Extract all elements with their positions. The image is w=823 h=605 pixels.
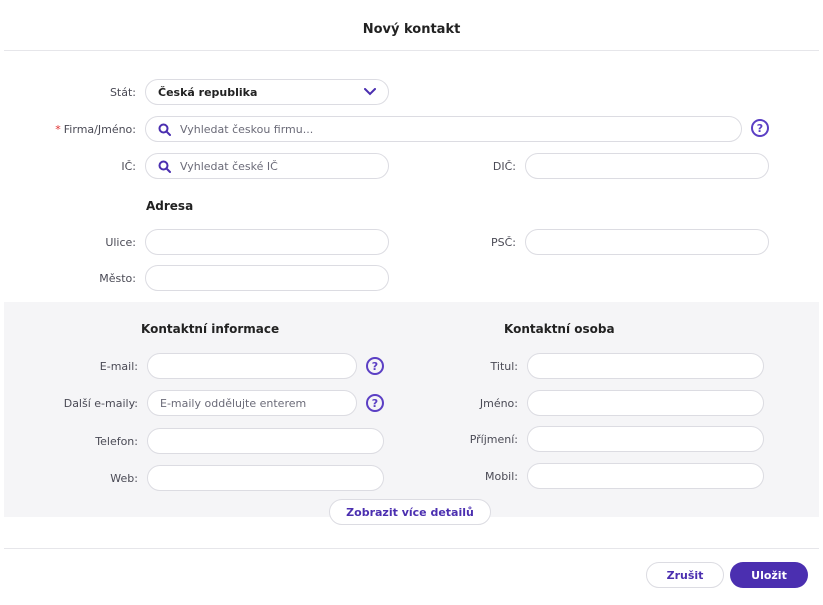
country-label: Stát: [109,86,136,99]
ic-search-input[interactable]: Vyhledat české IČ [145,153,389,179]
cancel-button[interactable]: Zrušit [646,562,724,588]
company-name-label-text: Firma/Jméno: [63,123,136,136]
web-input[interactable] [147,465,384,491]
street-label: Ulice: [105,236,136,249]
first-name-input[interactable] [527,390,764,416]
show-more-details-button[interactable]: Zobrazit více detailů [329,499,491,525]
last-name-label: Příjmení: [469,433,518,446]
person-title-input[interactable] [527,353,764,379]
email-label: E-mail: [99,360,138,373]
city-input[interactable] [145,265,389,291]
search-icon [158,123,171,136]
web-label: Web: [110,472,138,485]
first-name-label: Jméno: [479,397,518,410]
phone-input[interactable] [147,428,384,454]
company-search-input[interactable]: Vyhledat českou firmu... [145,116,742,142]
city-label: Město: [99,272,136,285]
mobile-input[interactable] [527,463,764,489]
other-emails-placeholder: E-maily oddělujte enterem [160,396,307,410]
dic-label: DIČ: [492,160,516,173]
zip-input[interactable] [525,229,769,255]
zip-label: PSČ: [490,236,516,249]
other-emails-input[interactable]: E-maily oddělujte enterem [147,390,357,416]
country-select[interactable]: Česká republika [145,79,389,105]
save-button[interactable]: Uložit [730,562,808,588]
phone-label: Telefon: [95,435,138,448]
help-icon[interactable]: ? [751,119,769,137]
contact-person-section-title: Kontaktní osoba [504,322,615,336]
required-mark: * [55,123,61,136]
street-input[interactable] [145,229,389,255]
email-input[interactable] [147,353,357,379]
mobile-label: Mobil: [484,470,518,483]
company-name-label: * Firma/Jméno: [30,123,136,136]
other-emails-label: Další e-maily: [63,397,138,410]
last-name-input[interactable] [527,426,764,452]
dic-input[interactable] [525,153,769,179]
help-icon[interactable]: ? [366,394,384,412]
address-section-title: Adresa [146,199,194,213]
header-divider [4,50,819,51]
dialog-title: Nový kontakt [362,22,461,37]
footer-divider [4,548,819,549]
person-title-label: Titul: [490,360,518,373]
ic-search-placeholder: Vyhledat české IČ [180,159,278,173]
chevron-down-icon [364,88,376,96]
help-icon[interactable]: ? [366,357,384,375]
contact-info-section-title: Kontaktní informace [141,322,280,336]
ic-label: IČ: [121,160,136,173]
company-search-placeholder: Vyhledat českou firmu... [180,122,314,136]
country-select-value: Česká republika [158,85,258,99]
search-icon [158,160,171,173]
